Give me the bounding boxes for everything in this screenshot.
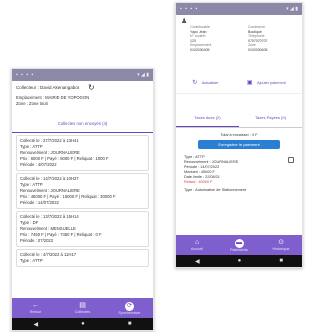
collection-card[interactable]: Collecté le : 14/7/2022 à 10H37 Type : A… <box>16 173 149 209</box>
taxpayer-info: ♟ Contribuable Yapo Jean N° contrib 123 … <box>176 15 302 67</box>
action-row: ↻ Actualiser ▣ Ajouter paiement <box>176 67 302 94</box>
nav-back-label: Retour <box>29 310 42 314</box>
tab-taxes-paid-label: Taxes Payées (0) <box>255 115 286 120</box>
tax-type: Type : Autorisation de Stationnement <box>184 188 247 192</box>
nav-sync-label: Synchroniser <box>118 310 141 315</box>
info-value: 0102030405 <box>248 47 268 52</box>
sync-icon: ⟳ <box>125 301 134 311</box>
status-bar: ▪ ▪ ▪ ▪ ▾ ◢ ▮ <box>12 69 153 81</box>
tax-item[interactable]: Type : ATTP Renouvelment : JOURNALIERE P… <box>184 155 294 185</box>
nav-payments-label: Paiements <box>230 247 248 252</box>
person-icon: ♟ <box>181 18 188 25</box>
refresh-icon: ↻ <box>192 80 198 86</box>
tax-list[interactable]: Type : ATTP Renouvelment : JOURNALIERE P… <box>176 155 302 193</box>
tabs: Taxes dues (2) Taxes Payées (0) <box>176 106 302 128</box>
status-icons-left: ▪ ▪ ▪ ▪ <box>16 72 35 78</box>
section-unsent-collections: Collectes non envoyés (4) <box>12 112 153 133</box>
back-arrow-icon: ← <box>32 302 39 309</box>
home-icon: ⌂ <box>194 239 200 246</box>
nav-history-label: Historique <box>272 247 290 251</box>
nav-collections[interactable]: ▤ Collectes <box>68 302 98 314</box>
system-recents-icon[interactable]: ■ <box>279 258 283 264</box>
collector-label: Collecteur : David Akenangabot <box>16 85 80 90</box>
bottom-navigation: ⌂ Accueil ▬ Paiements ⊙ Historique <box>176 235 302 255</box>
status-icons-left: ▪ ▪ ▪ ▪ <box>180 6 199 12</box>
nav-payments[interactable]: ▬ Paiements <box>224 238 254 252</box>
tax-item[interactable]: Type : Autorisation de Stationnement <box>184 188 294 193</box>
taxpayer-right-column: Commerce Boutique Téléphone 0707070707 Z… <box>248 25 298 52</box>
status-icons-right: ▾ ◢ ▮ <box>286 6 298 12</box>
total-to-collect: Total à encaisser : 0 F <box>220 133 258 137</box>
payment-summary: Total à encaisser : 0 F Enregistrer le p… <box>176 132 302 149</box>
collector-header: Collecteur : David Akenangabot ↻ Emplace… <box>12 81 153 107</box>
collection-card[interactable]: Collecté le : 13/7/2022 à 15H14 Type : D… <box>16 211 149 247</box>
system-navigation-bar: ◀ ● ■ <box>12 318 153 330</box>
tab-taxes-due[interactable]: Taxes dues (2) <box>176 106 239 127</box>
tab-taxes-due-label: Taxes dues (2) <box>194 115 221 120</box>
collection-card[interactable]: Collecté le : 27/7/2022 à 13H41 Type : A… <box>16 135 149 171</box>
tax-late-status: Retard : 40000 F <box>184 180 213 184</box>
nav-home[interactable]: ⌂ Accueil <box>182 239 212 251</box>
system-back-icon[interactable]: ◀ <box>195 258 200 265</box>
payments-icon: ▬ <box>234 238 244 248</box>
add-payment-label: Ajouter paiement <box>257 81 286 85</box>
add-payment-action[interactable]: ▣ Ajouter paiement <box>247 71 286 89</box>
tax-checkbox[interactable] <box>288 157 294 163</box>
nav-collections-label: Collectes <box>74 310 91 314</box>
collection-card[interactable]: Collecté le : 4/7/2022 à 11H17 Type : AT… <box>16 249 149 267</box>
refresh-action[interactable]: ↻ Actualiser <box>192 71 218 89</box>
bottom-navigation: ← Retour ▤ Collectes ⟳ Synchroniser <box>12 298 153 318</box>
system-back-icon[interactable]: ◀ <box>34 321 39 328</box>
collections-list[interactable]: Collecté le : 27/7/2022 à 13H41 Type : A… <box>12 135 153 267</box>
wallet-icon: ▣ <box>246 80 253 86</box>
system-recents-icon[interactable]: ■ <box>128 321 132 327</box>
status-icons-right: ▾ ◢ ▮ <box>137 72 149 78</box>
section-title: Collectes non envoyés (4) <box>57 121 108 126</box>
refresh-icon[interactable]: ↻ <box>88 83 95 92</box>
system-home-icon[interactable]: ● <box>238 258 242 264</box>
taxpayer-left-column: Contribuable Yapo Jean N° contrib 123 Em… <box>190 25 240 52</box>
status-bar: ▪ ▪ ▪ ▪ ▾ ◢ ▮ <box>176 3 302 15</box>
nav-sync[interactable]: ⟳ Synchroniser <box>115 301 145 315</box>
phone-screen-taxes: ▪ ▪ ▪ ▪ ▾ ◢ ▮ ♟ Contribuable Yapo Jean N… <box>175 2 303 268</box>
nav-back[interactable]: ← Retour <box>21 302 51 314</box>
system-navigation-bar: ◀ ● ■ <box>176 255 302 267</box>
collection-type: Type : ATTP <box>20 258 43 263</box>
collection-period: Période : 14/07/2022 <box>20 200 59 205</box>
zone-label: Zone : Zone touti <box>16 101 48 106</box>
nav-history[interactable]: ⊙ Historique <box>266 239 296 251</box>
nav-home-label: Accueil <box>190 247 204 251</box>
refresh-action-label: Actualiser <box>201 81 219 85</box>
info-value: 0102030405 <box>190 47 210 52</box>
system-home-icon[interactable]: ● <box>81 321 85 327</box>
list-icon: ▤ <box>79 302 86 309</box>
history-icon: ⊙ <box>278 239 284 246</box>
phone-screen-collections: ▪ ▪ ▪ ▪ ▾ ◢ ▮ Collecteur : David Akenang… <box>11 68 154 331</box>
save-payment-button[interactable]: Enregistrer le paiement <box>198 140 280 149</box>
tab-taxes-paid[interactable]: Taxes Payées (0) <box>239 106 302 127</box>
collection-period: Période : 4/07/2022 <box>20 162 57 167</box>
collection-period: Période : 07/2022 <box>20 238 54 243</box>
